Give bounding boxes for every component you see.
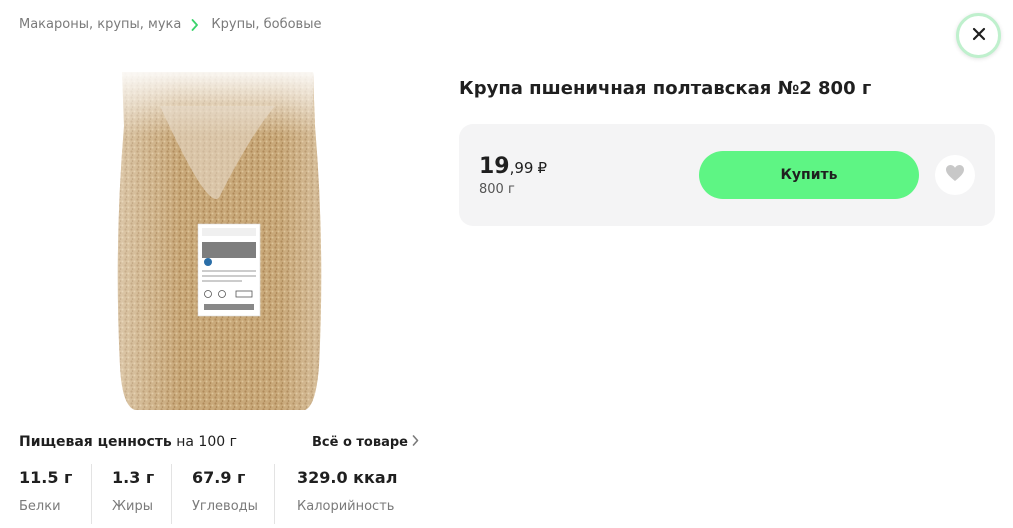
close-button[interactable] (956, 13, 1001, 58)
breadcrumb-item-current[interactable]: Крупы, бобовые (211, 17, 321, 32)
nutrition-label: Жиры (112, 499, 153, 514)
nutrition-item-carbs: 67.9 г Углеводы (192, 464, 258, 528)
price-currency: ₽ (537, 159, 548, 177)
all-about-product-link[interactable]: Всё о товаре (312, 435, 419, 450)
product-weight: 800 г (479, 182, 515, 197)
divider (171, 464, 172, 524)
nutrition-title-bold: Пищевая ценность (19, 434, 172, 450)
nutrition-title: Пищевая ценность на 100 г (19, 434, 237, 450)
heart-icon (945, 164, 965, 186)
nutrition-title-unit: на 100 г (176, 434, 237, 450)
all-about-product-label: Всё о товаре (311, 434, 408, 450)
price-fraction: ,99 (509, 159, 534, 177)
nutrition-header: Пищевая ценность на 100 г Всё о товаре (19, 434, 419, 450)
nutrition-value: 67.9 г (192, 468, 246, 487)
nutrition-label: Калорийность (297, 499, 395, 514)
nutrition-label: Углеводы (192, 499, 258, 514)
nutrition-item-calories: 329.0 ккал Калорийность (297, 464, 397, 528)
chevron-right-icon (191, 18, 201, 32)
favorite-button[interactable] (935, 155, 975, 195)
chevron-right-icon (412, 434, 419, 450)
price-card: 19 ,99 ₽ 800 г Купить (459, 124, 995, 226)
close-icon (972, 26, 986, 45)
nutrition-value: 11.5 г (19, 468, 73, 487)
product-title: Крупа пшеничная полтавская №2 800 г (459, 78, 872, 99)
price: 19 ,99 ₽ (479, 154, 547, 179)
nutrition-label: Белки (19, 499, 61, 514)
buy-button[interactable]: Купить (699, 151, 919, 199)
nutrition-value: 1.3 г (112, 468, 155, 487)
nutrition-item-protein: 11.5 г Белки (19, 464, 72, 528)
nutrition-item-fat: 1.3 г Жиры (112, 464, 154, 528)
breadcrumb-item-parent[interactable]: Макароны, крупы, мука (19, 17, 181, 32)
product-image (100, 66, 340, 416)
divider (91, 464, 92, 524)
nutrition-value: 329.0 ккал (297, 468, 398, 487)
divider (274, 464, 275, 524)
breadcrumb: Макароны, крупы, мука Крупы, бобовые (19, 17, 321, 32)
price-integer: 19 (479, 154, 510, 179)
